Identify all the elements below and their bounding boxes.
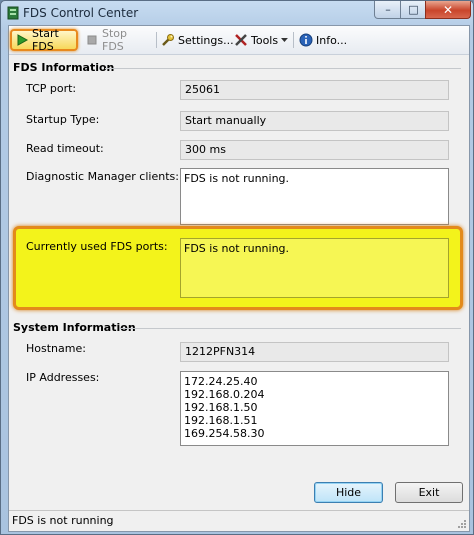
status-text: FDS is not running <box>12 514 114 527</box>
ip-address-line: 192.168.0.204 <box>184 388 265 401</box>
tools-icon <box>235 34 247 46</box>
start-fds-button[interactable]: Start FDS <box>10 27 78 53</box>
minimize-button[interactable]: – <box>374 1 402 19</box>
ports-label: Currently used FDS ports: <box>26 240 168 253</box>
ip-address-line: 192.168.1.50 <box>184 401 258 414</box>
wrench-icon <box>162 34 174 46</box>
fds-information-divider <box>105 68 461 69</box>
hostname-label: Hostname: <box>26 342 86 355</box>
toolbar-separator <box>293 32 294 48</box>
maximize-button[interactable]: □ <box>400 1 427 19</box>
stop-icon <box>87 35 97 45</box>
diag-clients-label: Diagnostic Manager clients: <box>26 170 179 183</box>
app-icon <box>7 6 19 20</box>
exit-button[interactable]: Exit <box>395 482 463 503</box>
info-button[interactable]: Info... <box>296 29 358 51</box>
fds-control-center-window: FDS Control Center – □ ✕ Start FDS Stop … <box>0 0 474 535</box>
ip-addresses-textarea[interactable]: 172.24.25.40 192.168.0.204 192.168.1.50 … <box>180 371 449 446</box>
close-button[interactable]: ✕ <box>425 1 471 19</box>
settings-button[interactable]: Settings... <box>158 29 234 51</box>
window-title: FDS Control Center <box>23 6 139 20</box>
info-label: Info... <box>316 33 348 47</box>
ip-address-line: 172.24.25.40 <box>184 375 258 388</box>
tcp-port-label: TCP port: <box>26 82 77 95</box>
settings-label: Settings... <box>178 33 234 47</box>
fds-information-title: FDS Information <box>13 61 115 74</box>
start-fds-label: Start FDS <box>32 27 59 53</box>
toolbar-separator <box>156 32 157 48</box>
client-area: Start FDS Stop FDS Settings... Tools Inf… <box>8 25 470 532</box>
info-icon <box>299 33 313 47</box>
play-icon <box>17 34 29 46</box>
tools-button[interactable]: Tools <box>231 29 291 51</box>
toolbar: Start FDS Stop FDS Settings... Tools Inf… <box>9 26 469 55</box>
chevron-down-icon <box>281 37 288 42</box>
ports-textarea[interactable]: FDS is not running. <box>180 238 449 298</box>
startup-type-label: Startup Type: <box>26 113 100 126</box>
minimize-icon: – <box>385 3 391 16</box>
status-bar: FDS is not running <box>9 510 469 531</box>
diag-clients-textarea[interactable]: FDS is not running. <box>180 168 449 225</box>
ip-address-line: 169.254.58.30 <box>184 427 265 440</box>
maximize-icon: □ <box>408 3 419 16</box>
stop-fds-label: Stop FDS <box>102 27 128 53</box>
close-icon: ✕ <box>442 2 454 17</box>
tcp-port-field[interactable]: 25061 <box>180 80 449 100</box>
read-timeout-field[interactable]: 300 ms <box>180 140 449 160</box>
system-information-title: System Information <box>13 321 136 334</box>
startup-type-field[interactable]: Start manually <box>180 111 449 131</box>
ip-address-line: 192.168.1.51 <box>184 414 258 427</box>
hostname-field[interactable]: 1212PFN314 <box>180 342 449 362</box>
system-information-divider <box>120 328 461 329</box>
hide-button[interactable]: Hide <box>314 482 383 503</box>
ip-addresses-label: IP Addresses: <box>26 371 100 384</box>
stop-fds-button[interactable]: Stop FDS <box>82 27 154 53</box>
resize-grip-icon[interactable] <box>457 519 467 529</box>
tools-label: Tools <box>251 33 279 47</box>
read-timeout-label: Read timeout: <box>26 142 104 155</box>
title-bar[interactable]: FDS Control Center – □ ✕ <box>1 1 473 25</box>
